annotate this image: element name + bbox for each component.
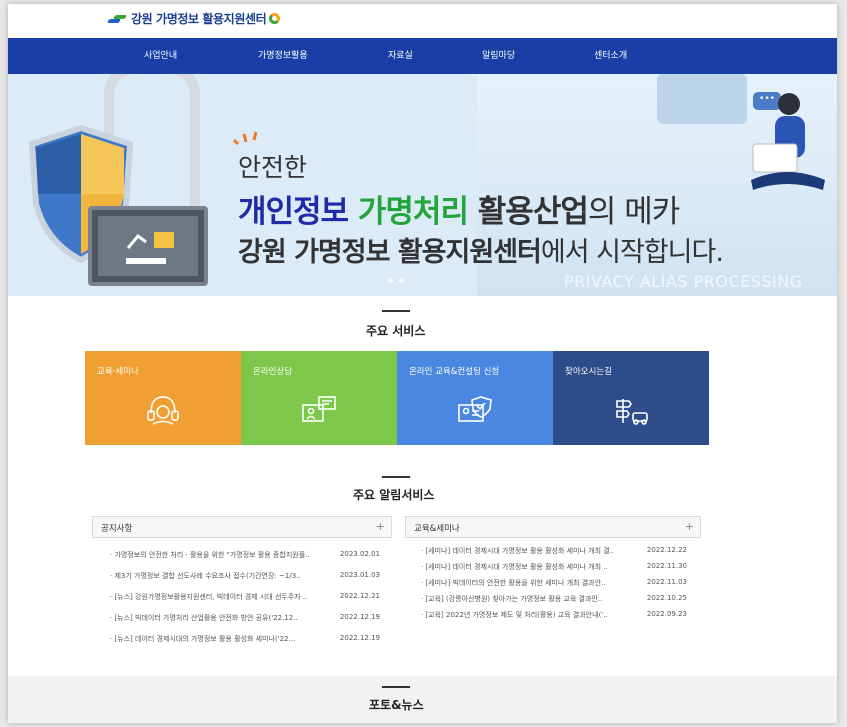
seminar-board: 교육&세미나 + · [세미나] 데이터 경제시대 가명정보 활용 활성화 세미… <box>405 516 701 620</box>
shield-monitor-icon <box>458 396 492 422</box>
notice-board: 공지사항 + · 가명정보의 안전한 처리 · 활용을 위한 "가명정보 활용 … <box>92 516 392 644</box>
list-item[interactable]: · [세미나] 데이터 경제시대 가명정보 활용 활성화 세미나 개최 결.. 2… <box>421 546 687 556</box>
site-logo[interactable]: 강원 가명정보 활용지원센터 <box>106 10 281 27</box>
main-nav <box>8 38 837 74</box>
sparkle-icon <box>232 131 258 146</box>
more-icon[interactable]: + <box>685 520 694 533</box>
photo-news-title: 포토&뉴스 <box>369 698 424 712</box>
chat-consult-icon <box>302 396 336 422</box>
nav-item-notice[interactable]: 알림마당 <box>482 48 515 61</box>
section-divider <box>382 476 410 478</box>
headset-icon <box>147 396 179 425</box>
logo-circle-icon <box>269 13 281 24</box>
list-item[interactable]: · [교육] 2022년 가명정보 제도 및 처리(활용) 교육 결과안내('.… <box>421 610 687 620</box>
photo-news-section: 포토&뉴스 <box>8 676 837 723</box>
service-education[interactable]: 교육·세미나 <box>85 351 241 445</box>
page-frame: 강원 가명정보 활용지원센터 사업안내 가명정보활용 자료실 알림마당 센터소개 <box>8 4 837 723</box>
notice-board-header: 공지사항 + <box>92 516 392 538</box>
seminar-board-header: 교육&세미나 + <box>405 516 701 538</box>
services-title: 주요 서비스 <box>366 324 426 338</box>
list-item[interactable]: · [세미나] 데이터 경제시대 가명정보 활용 활성화 세미나 개최 .. 20… <box>421 562 687 572</box>
services-grid: 교육·세미나 온라인상담 온라인 교육&컨설팅 신청 찾아오시는길 <box>85 351 709 445</box>
hero-line3: 강원 가명정보 활용지원센터에서 시작합니다. <box>238 237 724 268</box>
nav-item-archive[interactable]: 자료실 <box>388 48 413 61</box>
list-item[interactable]: · [뉴스] 강원가명정보활용지원센터, 빅데이터 경제 시대 선두주자 .. 2… <box>110 592 380 602</box>
site-header: 강원 가명정보 활용지원센터 <box>8 4 837 38</box>
section-divider <box>382 310 410 312</box>
list-item[interactable]: · [교육] (강릉아산병원) 찾아가는 가명정보 활용 교육 결과안.. 202… <box>421 594 687 604</box>
list-item[interactable]: · [뉴스] 데이터 경제시대의 가명정보 활용 활성화 세미나('22... 2… <box>110 634 380 644</box>
list-item[interactable]: · 가명정보의 안전한 처리 · 활용을 위한 "가명정보 활용 종합지원플..… <box>110 550 380 560</box>
list-item[interactable]: · [뉴스] 빅데이터 가명처리 산업활용 안전화 방안 공유('22.12..… <box>110 613 380 623</box>
section-divider <box>382 686 410 688</box>
logo-mark-icon <box>106 13 128 25</box>
nav-item-center[interactable]: 센터소개 <box>594 48 627 61</box>
signpost-car-icon <box>616 399 648 425</box>
service-consult[interactable]: 온라인상담 <box>241 351 397 445</box>
nav-item-pseudonym[interactable]: 가명정보활용 <box>258 48 308 61</box>
monitor-icon <box>88 206 208 286</box>
list-item[interactable]: · 제3기 가명정보 결합 선도사례 수요조사 접수(기간연장: ~1/3.. 2… <box>110 571 380 581</box>
nav-item-business[interactable]: 사업안내 <box>144 48 177 61</box>
list-item[interactable]: · [세미나] 빅데이터의 안전한 활용을 위한 세미나 개최 결과안.. 202… <box>421 578 687 588</box>
carousel-dots[interactable] <box>388 278 404 283</box>
folder-icon <box>126 232 174 264</box>
person-laptop-icon <box>751 93 825 190</box>
hero-line1: 안전한 <box>238 153 308 182</box>
notices-title: 주요 알림서비스 <box>353 488 435 502</box>
id-card-icon <box>657 74 747 124</box>
hero-banner[interactable]: ••• 안전한 개인정보 가명처리 활용산업의 메카 강원 가명정보 활용지원센… <box>8 74 837 296</box>
more-icon[interactable]: + <box>376 520 385 533</box>
hero-line2: 개인정보 가명처리 활용산업의 메카 <box>238 194 680 230</box>
service-directions[interactable]: 찾아오시는길 <box>553 351 709 445</box>
carousel-dot[interactable] <box>399 278 404 283</box>
hero-watermark: PRIVACY ALIAS PROCESSING <box>564 272 803 291</box>
carousel-dot[interactable] <box>388 278 393 283</box>
service-online-apply[interactable]: 온라인 교육&컨설팅 신청 <box>397 351 553 445</box>
logo-text: 강원 가명정보 활용지원센터 <box>131 12 267 26</box>
